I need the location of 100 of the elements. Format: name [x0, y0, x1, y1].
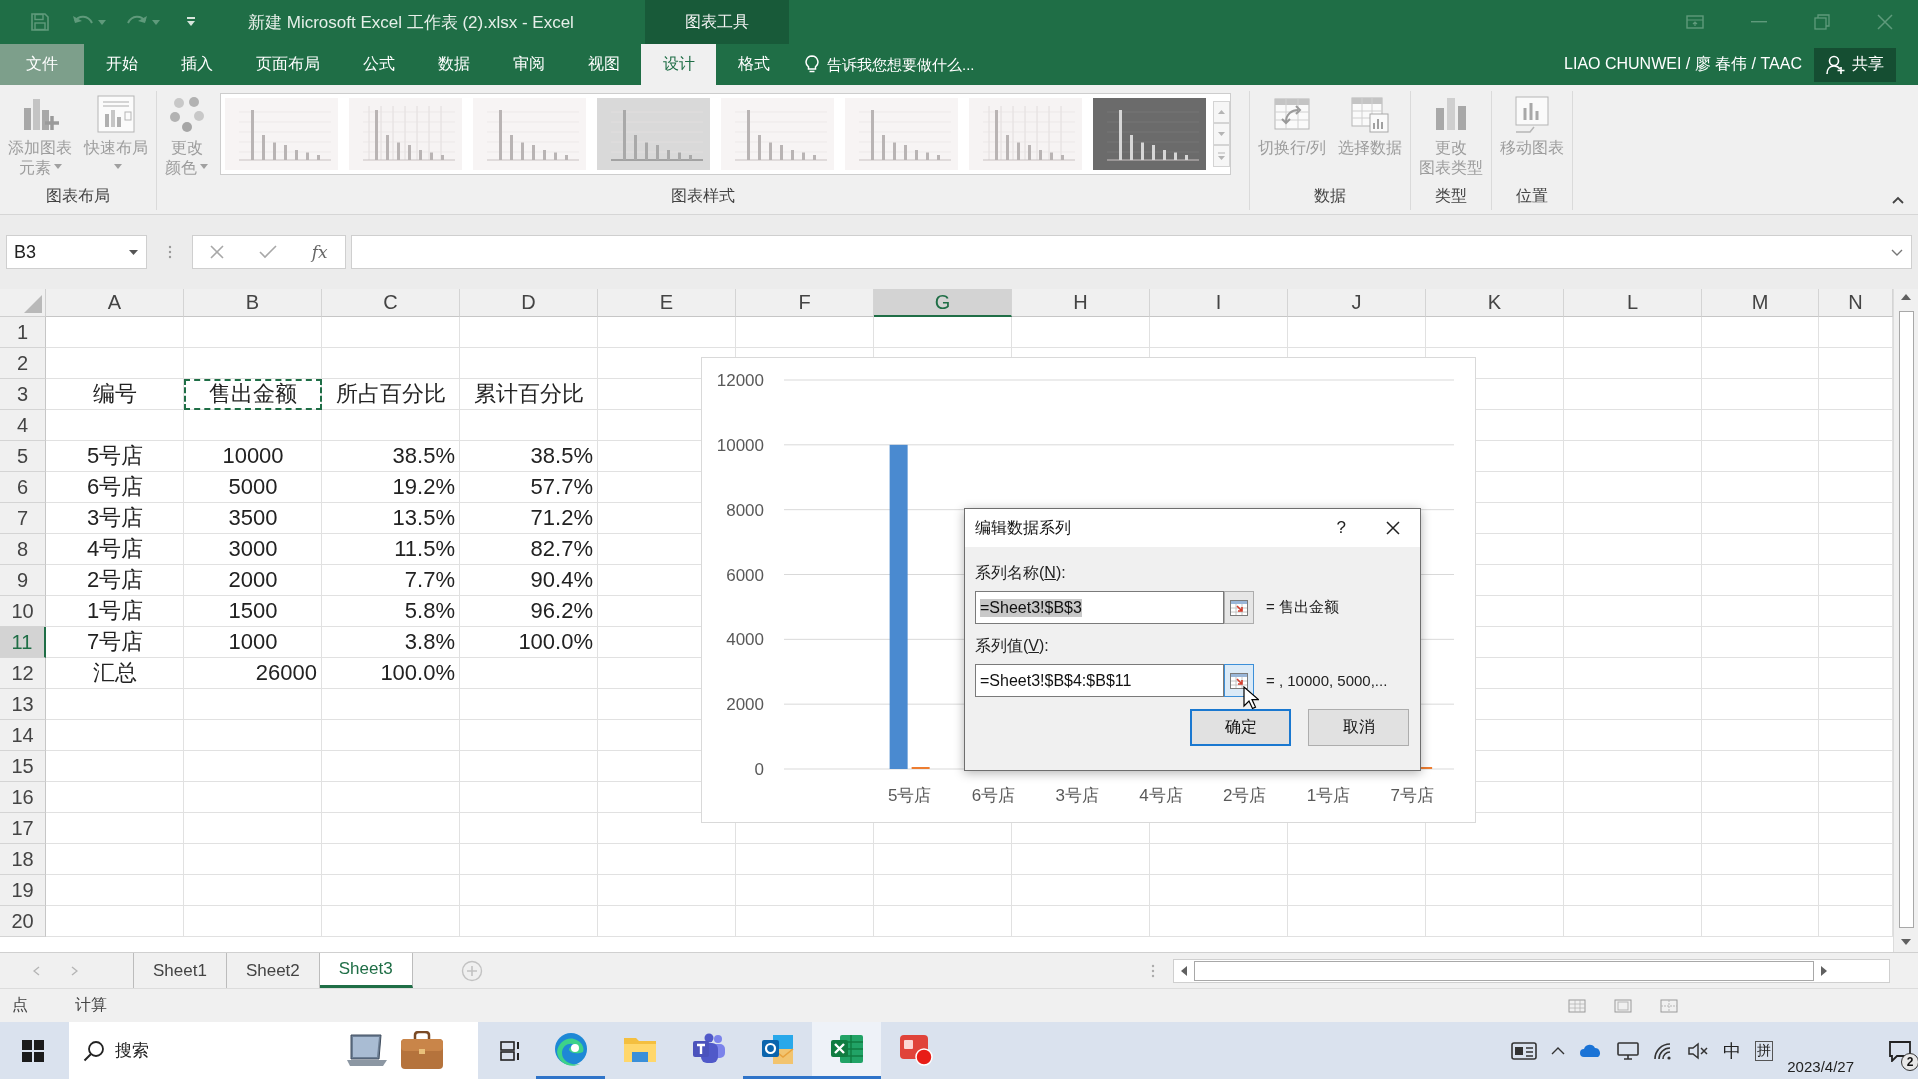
ribbon-tab[interactable]: 开始 [84, 44, 159, 85]
row-header[interactable]: 4 [0, 410, 46, 441]
ribbon-tab[interactable]: 设计 [641, 44, 716, 85]
caret-icon[interactable] [98, 19, 106, 25]
search-input[interactable]: 搜索 [115, 1040, 335, 1061]
caret-icon[interactable] [152, 19, 160, 25]
save-icon[interactable] [30, 12, 50, 32]
column-header[interactable]: B [184, 289, 322, 317]
chart-style-option[interactable] [721, 98, 834, 170]
chart-style-option[interactable] [225, 98, 338, 170]
reference-field[interactable]: =Sheet3!$B$4:$B$11 [975, 664, 1224, 697]
range-picker-button[interactable] [1224, 591, 1254, 624]
row-header[interactable]: 8 [0, 534, 46, 565]
column-header[interactable]: E [598, 289, 736, 317]
speaker-muted-icon[interactable] [1687, 1041, 1710, 1060]
collapse-ribbon-icon[interactable] [1892, 196, 1904, 204]
row-header[interactable]: 11 [0, 627, 46, 658]
row-header[interactable]: 9 [0, 565, 46, 596]
row-header[interactable]: 2 [0, 348, 46, 379]
ribbon-tab[interactable]: 数据 [416, 44, 491, 85]
stacked-windows-icon[interactable] [500, 1040, 522, 1061]
page-break-icon[interactable] [1660, 998, 1678, 1013]
ribbon-tab[interactable]: 格式 [716, 44, 791, 85]
vertical-dots-icon[interactable] [1151, 963, 1155, 978]
column-header[interactable]: M [1702, 289, 1819, 317]
scrollbar-thumb[interactable] [1194, 960, 1814, 981]
user-name[interactable]: LIAO CHUNWEI / 廖 春伟 / TAAC [1564, 54, 1802, 75]
date-text[interactable]: 2023/4/27 [1787, 1058, 1854, 1075]
column-header[interactable]: F [736, 289, 874, 317]
column-header[interactable]: L [1564, 289, 1702, 317]
chart-style-option[interactable] [473, 98, 586, 170]
chart-style-option[interactable] [1093, 98, 1206, 170]
scroll-up-icon[interactable] [1900, 293, 1912, 301]
row-header[interactable]: 5 [0, 441, 46, 472]
ime-mode-indicator[interactable]: 拼 [1755, 1040, 1774, 1061]
column-header[interactable]: C [322, 289, 460, 317]
ribbon-tab[interactable]: 插入 [159, 44, 234, 85]
ribbon-tab[interactable]: 审阅 [491, 44, 566, 85]
scroll-left-icon[interactable] [1180, 964, 1188, 977]
next-sheet-icon[interactable] [71, 965, 78, 976]
news-icon[interactable] [1511, 1041, 1538, 1060]
row-header[interactable]: 17 [0, 813, 46, 844]
column-header[interactable]: A [46, 289, 184, 317]
help-button[interactable]: ? [1336, 518, 1346, 538]
taskbar-button[interactable] [812, 1022, 881, 1079]
search-bar[interactable]: 搜索 [69, 1022, 478, 1079]
plus-circle-icon[interactable] [460, 959, 483, 982]
check-icon[interactable] [259, 245, 278, 259]
normal-view-icon[interactable] [1568, 998, 1586, 1013]
column-header[interactable]: N [1819, 289, 1893, 317]
caret-up-icon[interactable] [1551, 1046, 1566, 1055]
ime-indicator[interactable]: 中 [1723, 1038, 1742, 1063]
horizontal-scrollbar[interactable] [1173, 958, 1890, 983]
ribbon-tab[interactable]: 视图 [566, 44, 641, 85]
ribbon-display-icon[interactable] [1686, 15, 1704, 29]
more-icon[interactable] [1213, 145, 1230, 167]
row-header[interactable]: 14 [0, 720, 46, 751]
vertical-scrollbar[interactable] [1893, 289, 1918, 952]
sheet-tab[interactable]: Sheet3 [319, 953, 413, 988]
row-header[interactable]: 19 [0, 875, 46, 906]
customize-icon[interactable] [186, 17, 196, 27]
minimize-icon[interactable] [1751, 21, 1767, 23]
expand-caret-icon[interactable] [1891, 248, 1903, 256]
row-header[interactable]: 10 [0, 596, 46, 627]
select-all-triangle-icon[interactable] [24, 295, 42, 313]
column-header[interactable]: D [460, 289, 598, 317]
row-header[interactable]: 16 [0, 782, 46, 813]
name-box[interactable]: B3 [6, 235, 147, 269]
share-button[interactable]: 共享 [1814, 47, 1896, 82]
chart-style-option[interactable] [349, 98, 462, 170]
row-header[interactable]: 18 [0, 844, 46, 875]
formula-input-field[interactable] [351, 235, 1912, 269]
row-header[interactable]: 20 [0, 906, 46, 937]
column-header[interactable]: H [1012, 289, 1150, 317]
dialog-button[interactable]: 确定 [1190, 709, 1291, 746]
column-header[interactable]: K [1426, 289, 1564, 317]
row-header[interactable]: 15 [0, 751, 46, 782]
tell-me-field[interactable]: 告诉我您想要做什么... [827, 56, 1017, 73]
row-header[interactable]: 3 [0, 379, 46, 410]
page-layout-icon[interactable] [1614, 998, 1632, 1013]
row-header[interactable]: 13 [0, 689, 46, 720]
restore-icon[interactable] [1814, 14, 1830, 30]
chart-style-option[interactable] [597, 98, 710, 170]
row-header[interactable]: 6 [0, 472, 46, 503]
close-icon[interactable] [1386, 521, 1400, 535]
column-header[interactable]: I [1150, 289, 1288, 317]
ribbon-tab[interactable]: 页面布局 [234, 44, 341, 85]
chart-style-option[interactable] [845, 98, 958, 170]
reference-field[interactable]: =Sheet3!$B$3 [975, 591, 1224, 624]
row-header[interactable]: 1 [0, 317, 46, 348]
row-header[interactable]: 7 [0, 503, 46, 534]
scrollbar-thumb[interactable] [1898, 311, 1914, 928]
previous-sheet-icon[interactable] [33, 965, 40, 976]
row-header[interactable]: 12 [0, 658, 46, 689]
column-header[interactable]: G [874, 289, 1012, 317]
column-header[interactable]: J [1288, 289, 1426, 317]
cancel-icon[interactable] [210, 245, 225, 259]
insert-function-button[interactable]: fx [311, 242, 328, 262]
ribbon-tab[interactable]: 公式 [341, 44, 416, 85]
range-picker-button[interactable] [1224, 664, 1254, 697]
